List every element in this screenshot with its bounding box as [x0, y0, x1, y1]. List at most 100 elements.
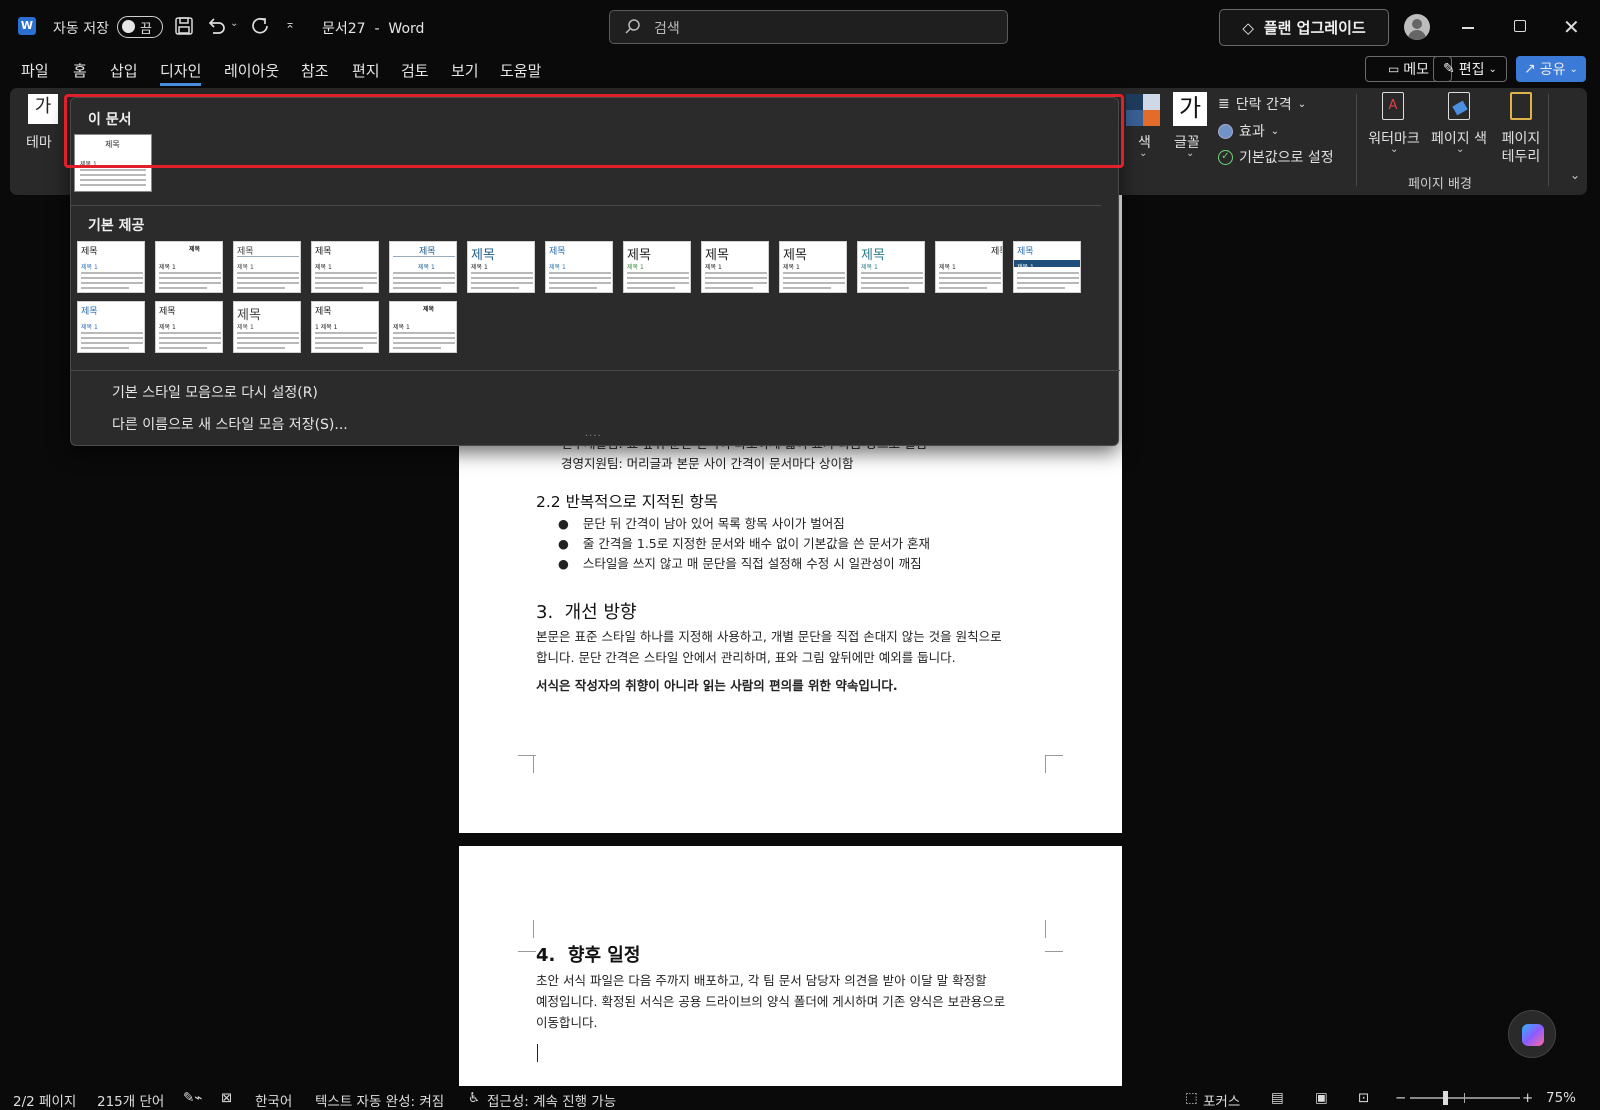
thumb-heading: 제목 1	[549, 264, 566, 271]
thumb-text-line	[393, 332, 455, 334]
tab-design[interactable]: 디자인	[160, 60, 202, 86]
style-thumb[interactable]: 제목제목 1	[311, 241, 379, 293]
thumb-text-line	[237, 337, 299, 339]
minimize-icon[interactable]	[1462, 27, 1474, 29]
style-thumb[interactable]: 제목제목 1	[389, 241, 457, 293]
chevron-down-icon: ⌄	[1297, 98, 1307, 110]
thumb-text-line	[471, 277, 533, 279]
style-thumb[interactable]: 제목제목 1	[545, 241, 613, 293]
zoom-slider-thumb[interactable]	[1443, 1091, 1448, 1105]
text-prediction-status[interactable]: 텍스트 자동 완성: 켜짐	[315, 1090, 444, 1110]
watermark-button[interactable]: A 워터마크 ⌄	[1366, 92, 1422, 170]
style-thumb[interactable]: 제목제목 1	[935, 241, 1003, 293]
style-thumb[interactable]: 제목제목 1	[233, 301, 301, 353]
fonts-button[interactable]: 가 글꼴 ⌄	[1170, 92, 1210, 164]
zoom-slider[interactable]	[1410, 1091, 1520, 1105]
close-icon[interactable]: ✕	[1563, 15, 1580, 39]
thumb-text-line	[939, 282, 1001, 284]
tab-review[interactable]: 검토	[401, 60, 429, 81]
tab-references[interactable]: 참조	[301, 60, 329, 81]
thumb-title: 제목	[237, 308, 261, 323]
chevron-down-icon: ⌄	[1139, 148, 1148, 159]
zoom-level[interactable]: 75%	[1546, 1090, 1576, 1106]
thumb-title: 제목	[315, 307, 332, 317]
page-borders-button[interactable]: 페이지 테두리	[1494, 92, 1548, 170]
style-thumb[interactable]: 제목제목 1	[155, 301, 223, 353]
checkmark-circle-icon: ✓	[1218, 149, 1233, 165]
resize-grip-icon[interactable]: ....	[585, 428, 602, 439]
redo-icon[interactable]	[248, 15, 270, 42]
tab-file[interactable]: 파일	[21, 60, 49, 81]
search-box[interactable]: 검색	[609, 10, 1008, 44]
plan-upgrade-button[interactable]: ◇ 플랜 업그레이드	[1219, 9, 1389, 46]
style-thumb[interactable]: 제목제목 1	[467, 241, 535, 293]
reset-style-set-menu-item[interactable]: 기본 스타일 모음으로 다시 설정(R)	[112, 382, 318, 402]
language-indicator[interactable]: 한국어	[255, 1090, 292, 1110]
chevron-down-icon: ⌄	[1390, 144, 1399, 155]
accessibility-status[interactable]: 접근성: 계속 진행 가능	[487, 1090, 616, 1110]
effects-button[interactable]: 효과 ⌄	[1218, 121, 1279, 141]
tab-view[interactable]: 보기	[451, 60, 479, 81]
style-thumb[interactable]: 제목 1 제목 1	[311, 301, 379, 353]
toggle-knob	[122, 20, 135, 33]
style-thumb[interactable]: 제목제목 1	[389, 301, 457, 353]
undo-dropdown-chevron-icon[interactable]: ⌄	[230, 18, 238, 29]
list-item-text: 스타일을 쓰지 않고 매 문단을 직접 설정해 수정 시 일관성이 깨짐	[582, 556, 922, 571]
style-thumb[interactable]: 제목제목 1	[233, 241, 301, 293]
paragraph-spacing-button[interactable]: ≣ 단락 간격 ⌄	[1218, 94, 1306, 114]
style-thumb[interactable]: 제목제목 1	[779, 241, 847, 293]
copilot-button[interactable]	[1508, 1010, 1556, 1058]
zoom-out-icon[interactable]: −	[1395, 1090, 1406, 1106]
document-page[interactable]: 4. 향후 일정 초안 서식 파일은 다음 주까지 배포하고, 각 팀 문서 담…	[459, 846, 1122, 1086]
tab-insert[interactable]: 삽입	[110, 60, 138, 81]
tab-home[interactable]: 홈	[73, 60, 87, 81]
edit-mode-button[interactable]: ✎ 편집 ⌄	[1433, 56, 1507, 82]
undo-icon[interactable]	[205, 15, 227, 42]
tab-mailings[interactable]: 편지	[352, 60, 380, 81]
read-mode-icon[interactable]: ▤	[1271, 1090, 1284, 1106]
word-count[interactable]: 215개 단어	[97, 1090, 164, 1110]
thumb-rule	[237, 256, 299, 257]
thumb-title: 제목	[991, 247, 1002, 257]
proofing-icon[interactable]: ✎⌁	[183, 1090, 202, 1106]
thumb-text-line	[549, 272, 611, 274]
crop-mark	[1045, 936, 1063, 952]
track-changes-icon[interactable]: ⊠	[221, 1090, 232, 1106]
focus-mode-icon[interactable]: ⬚	[1185, 1090, 1198, 1106]
print-layout-icon[interactable]: ▣	[1315, 1090, 1328, 1106]
thumb-title: 제목	[159, 307, 176, 317]
web-layout-icon[interactable]: ⊡	[1358, 1090, 1369, 1106]
save-new-style-set-menu-item[interactable]: 다른 이름으로 새 스타일 모음 저장(S)...	[112, 414, 348, 434]
zoom-in-icon[interactable]: +	[1522, 1090, 1533, 1106]
thumb-text-line	[705, 282, 767, 284]
thumb-text-line	[315, 272, 377, 274]
themes-button[interactable]: 가 테마	[26, 92, 66, 162]
style-thumb[interactable]: 제목제목 1	[701, 241, 769, 293]
page-color-button[interactable]: 페이지 색 ⌄	[1428, 92, 1490, 170]
save-icon[interactable]	[174, 16, 194, 41]
accessibility-icon[interactable]: ♿	[468, 1090, 480, 1106]
thumb-text-line	[81, 282, 143, 284]
autosave-toggle[interactable]: 끔	[117, 16, 163, 38]
thumb-text-line	[783, 277, 845, 279]
tab-help[interactable]: 도움말	[500, 60, 541, 81]
thumb-text-line	[471, 272, 533, 274]
focus-mode-button[interactable]: 포커스	[1203, 1090, 1240, 1110]
account-avatar-icon[interactable]	[1404, 14, 1430, 40]
customize-toolbar-icon[interactable]: ⌅	[285, 17, 295, 31]
collapse-ribbon-chevron-icon[interactable]: ⌄	[1570, 168, 1580, 182]
style-thumb[interactable]: 제목제목 1	[155, 241, 223, 293]
list-item: ● 문단 뒤 간격이 남아 있어 목록 항목 사이가 벌어짐	[558, 514, 930, 534]
set-as-default-button[interactable]: ✓ 기본값으로 설정	[1218, 147, 1334, 167]
colors-button[interactable]: 색 ⌄	[1126, 94, 1162, 164]
style-thumb[interactable]: 제목제목 1	[77, 301, 145, 353]
page-count[interactable]: 2/2 페이지	[13, 1090, 76, 1110]
tab-layout[interactable]: 레이아웃	[224, 60, 279, 81]
style-thumb[interactable]: 제목제목 1	[857, 241, 925, 293]
style-thumb[interactable]: 제목제목 1	[623, 241, 691, 293]
share-button[interactable]: ↗ 공유 ⌄	[1516, 56, 1586, 82]
style-thumb[interactable]: 제목제목 1	[77, 241, 145, 293]
share-label: 공유	[1539, 62, 1566, 78]
style-thumb[interactable]: 제목제목 1	[1013, 241, 1081, 293]
maximize-icon[interactable]	[1514, 20, 1526, 32]
